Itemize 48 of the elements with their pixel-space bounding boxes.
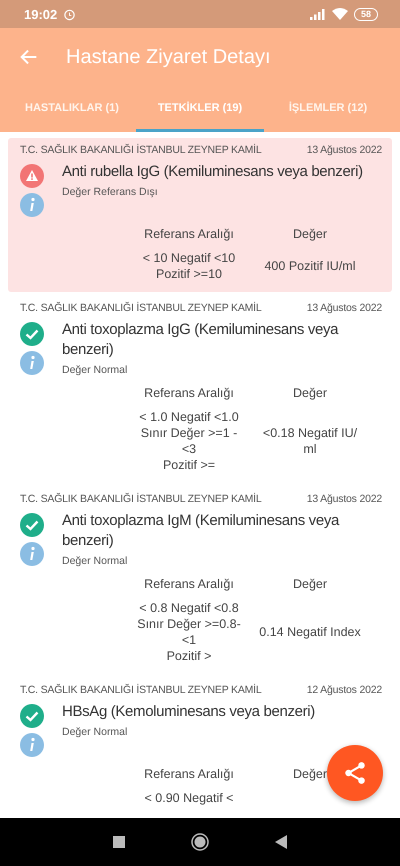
column-header: Referans Aralığı: [144, 766, 234, 782]
column-header: Değer: [292, 576, 328, 592]
wifi-icon: [332, 8, 348, 20]
column-header: Referans Aralığı: [144, 226, 234, 242]
hospital-name: T.C. SAĞLIK BAKANLIĞI İSTANBUL ZEYNEP KAMİL: [20, 684, 262, 696]
hospital-name: T.C. SAĞLIK BAKANLIĞI İSTANBUL ZEYNEP KAMİL: [20, 144, 262, 156]
app-title: Hastane Ziyaret Detayı: [66, 46, 271, 68]
result-note: Değer Normal: [62, 555, 128, 567]
reference-range: < 1.0 Negatif <1.0 Sınır Değer >=1 - <3 Pozitif >=: [138, 409, 240, 473]
hospital-name: T.C. SAĞLIK BAKANLIĞI İSTANBUL ZEYNEP KAMİL: [20, 493, 262, 505]
signal-icon: [310, 8, 326, 20]
tab[interactable]: İŞLEMLER (12): [264, 86, 392, 132]
result-date: 13 Ağustos 2022: [306, 493, 382, 505]
test-name: Anti rubella IgG (Kemiluminesans veya benzeri): [62, 162, 364, 182]
result-date: 13 Ağustos 2022: [306, 302, 382, 314]
back-nav-icon[interactable]: [275, 835, 287, 849]
info-icon[interactable]: [20, 193, 44, 217]
info-icon[interactable]: [20, 733, 44, 757]
column-header: Referans Aralığı: [144, 385, 234, 401]
battery-indicator: 58: [354, 8, 378, 20]
result-value: 0.14 Negatif Index: [258, 624, 362, 641]
status-time: 19:02: [24, 6, 58, 22]
test-name: Anti toxoplazma IgM (Kemiluminesans veya benzeri): [62, 511, 340, 551]
result-date: 13 Ağustos 2022: [306, 144, 382, 156]
column-header: Değer: [292, 385, 328, 401]
column-header: Referans Aralığı: [144, 576, 234, 592]
reference-range: < 0.90 Negatif <: [144, 790, 234, 806]
tab[interactable]: TETKİKLER (19): [136, 86, 264, 132]
result-note: Değer Referans Dışı: [62, 186, 159, 198]
alarm-icon: [63, 8, 76, 20]
test-name: HBsAg (Kemoluminesans veya benzeri): [62, 702, 316, 722]
result-date: 12 Ağustos 2022: [306, 684, 382, 696]
result-note: Değer Normal: [62, 364, 128, 376]
reference-range: < 0.8 Negatif <0.8 Sınır Değer >=0.8- <1 Pozitif >: [136, 600, 242, 664]
home-icon[interactable]: [191, 833, 209, 851]
test-name: Anti toxoplazma IgG (Kemiluminesans veya benzeri): [62, 320, 340, 360]
result-card[interactable]: T.C. SAĞLIK BAKANLIĞI İSTANBUL ZEYNEP KAMİL 13 Ağustos 2022 Anti rubella IgG (Kemiluminesans veya benzeri) Değer Referans Dışı Referans Aralığı Değer < 10 Negatif <10 Pozitif >=10 400 Pozitif IU/ml: [8, 138, 392, 292]
tab[interactable]: HASTALIKLAR (1): [8, 86, 136, 132]
reference-range: < 10 Negatif <10 Pozitif >=10: [142, 250, 236, 282]
column-header: Değer: [292, 766, 328, 782]
hospital-name: T.C. SAĞLIK BAKANLIĞI İSTANBUL ZEYNEP KAMİL: [20, 302, 262, 314]
info-icon[interactable]: [20, 351, 44, 375]
recents-icon[interactable]: [113, 836, 125, 848]
result-value: 400 Pozitif IU/ml: [263, 258, 356, 275]
column-header: Değer: [292, 226, 328, 242]
info-icon[interactable]: [20, 542, 44, 566]
result-value: <0.18 Negatif IU/ ml: [262, 425, 358, 458]
result-note: Değer Normal: [62, 726, 128, 738]
